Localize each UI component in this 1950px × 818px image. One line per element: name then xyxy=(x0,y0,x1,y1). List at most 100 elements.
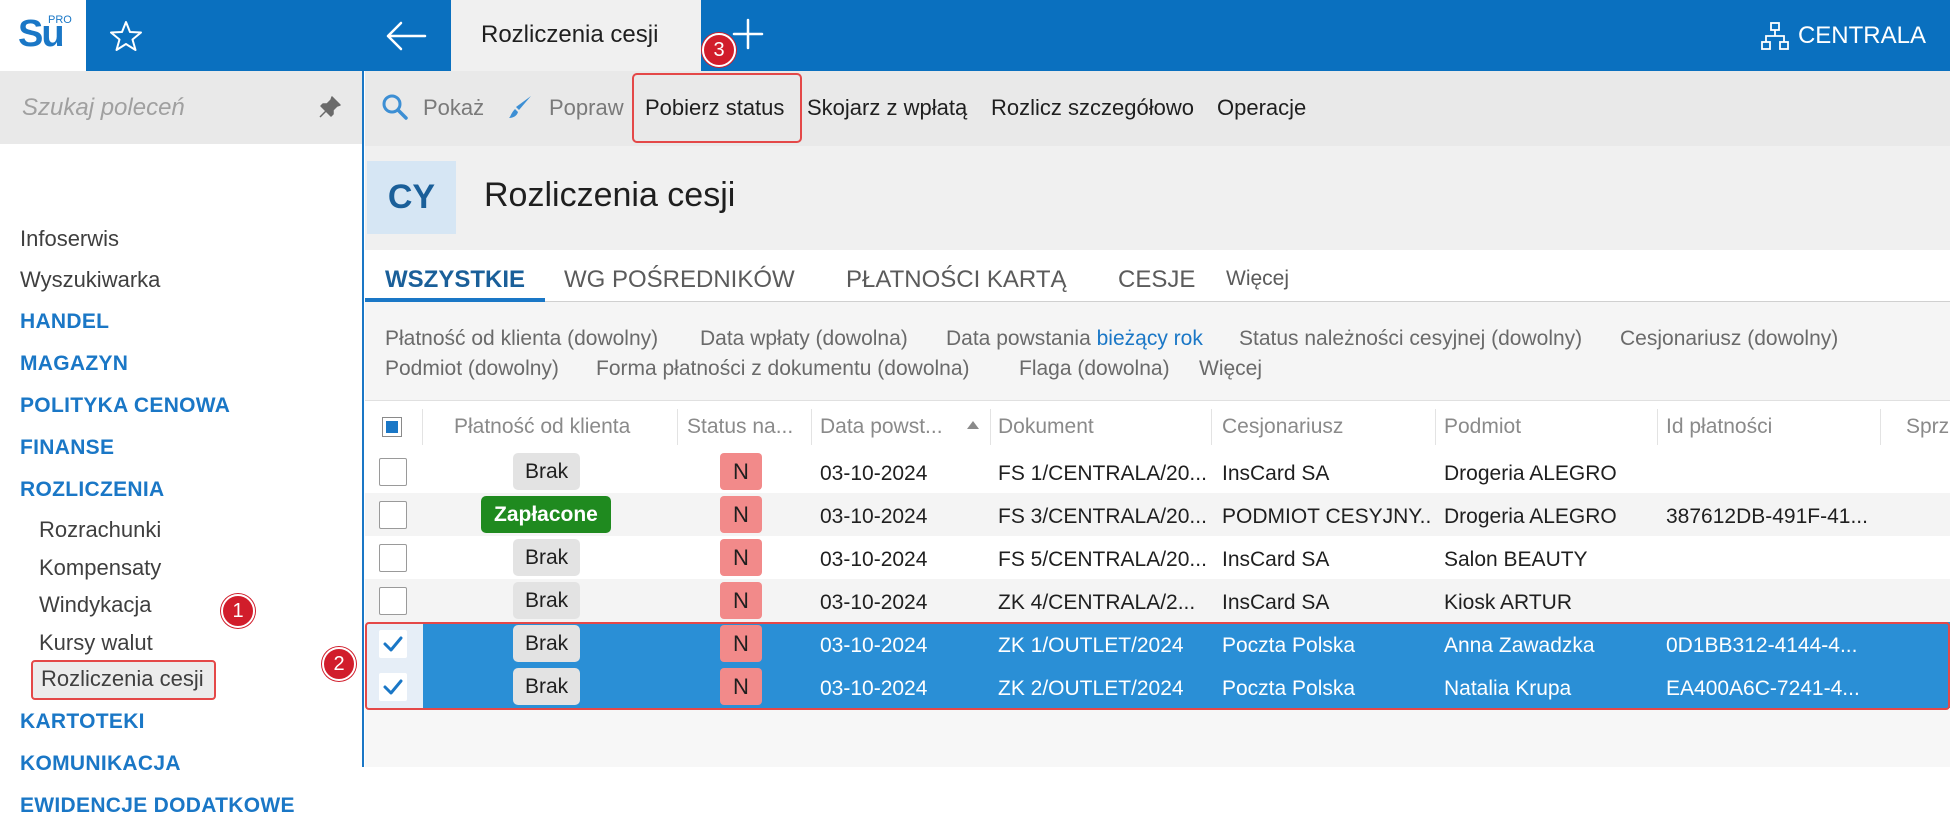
data-table: Płatność od klienta Status na... Data po… xyxy=(365,400,1950,767)
row-checkbox[interactable] xyxy=(379,587,407,615)
sidebar-item-infoserwis[interactable]: Infoserwis xyxy=(20,226,119,252)
sidebar-section-handel[interactable]: HANDEL xyxy=(20,310,109,334)
sidebar-item-kursy-walut[interactable]: Kursy walut xyxy=(39,630,153,656)
column-separator xyxy=(1435,409,1436,445)
app-logo[interactable]: Su PRO xyxy=(0,0,86,71)
match-payment-button[interactable]: Skojarz z wpłatą xyxy=(807,95,967,121)
table-empty-area xyxy=(365,708,1950,767)
filter-payment-form[interactable]: Forma płatności z dokumentu (dowolna) xyxy=(596,357,970,381)
column-platnosc[interactable]: Płatność od klienta xyxy=(454,415,664,439)
cell-assignee: InsCard SA xyxy=(1222,591,1330,614)
sidebar-section-kartoteki[interactable]: KARTOTEKI xyxy=(20,710,145,734)
page-header: CY Rozliczenia cesji xyxy=(365,146,1950,250)
select-all-checkbox[interactable] xyxy=(382,417,402,437)
cell-document[interactable]: FS 1/CENTRALA/20... xyxy=(998,462,1208,486)
sort-ascending-icon xyxy=(967,421,979,429)
sidebar-item-windykacja[interactable]: Windykacja xyxy=(39,592,151,618)
filter-bar: Płatność od klienta (dowolny) Data wpłat… xyxy=(365,302,1950,400)
arrow-left-icon[interactable] xyxy=(383,16,429,56)
column-separator xyxy=(677,409,678,445)
settle-detailed-button[interactable]: Rozlicz szczegółowo xyxy=(991,95,1194,121)
table-row[interactable]: Zapłacone N 03-10-2024 FS 3/CENTRALA/20.… xyxy=(365,493,1950,536)
tab-rozliczenia-cesji[interactable]: Rozliczenia cesji xyxy=(451,0,701,71)
sidebar-section-rozliczenia[interactable]: ROZLICZENIA xyxy=(20,478,164,502)
filter-flag[interactable]: Flaga (dowolna) xyxy=(1019,357,1170,381)
row-checkbox[interactable] xyxy=(379,501,407,529)
filter-payment-date[interactable]: Data wpłaty (dowolna) xyxy=(700,327,908,351)
tab-cesje[interactable]: CESJE xyxy=(1118,266,1195,294)
operations-button[interactable]: Operacje xyxy=(1217,95,1306,121)
sidebar-section-polityka-cenowa[interactable]: POLITYKA CENOWA xyxy=(20,394,230,418)
step-badge-1: 1 xyxy=(221,594,255,628)
star-icon[interactable] xyxy=(108,18,144,54)
column-separator xyxy=(990,409,991,445)
sidebar-item-rozrachunki[interactable]: Rozrachunki xyxy=(39,517,161,543)
filter-payment[interactable]: Płatność od klienta (dowolny) xyxy=(385,327,658,351)
status-badge: N xyxy=(720,453,762,490)
filter-more[interactable]: Więcej xyxy=(1199,357,1262,381)
sidebar-item-kompensaty[interactable]: Kompensaty xyxy=(39,555,161,581)
filter-subject[interactable]: Podmiot (dowolny) xyxy=(385,357,559,381)
column-id-platnosci[interactable]: Id płatności xyxy=(1666,415,1846,439)
table-header: Płatność od klienta Status na... Data po… xyxy=(365,400,1950,450)
brush-icon[interactable] xyxy=(506,93,534,121)
column-separator xyxy=(811,409,812,445)
column-dokument[interactable]: Dokument xyxy=(998,415,1168,439)
top-bar: Su PRO Rozliczenia cesji CENTRALA xyxy=(0,0,1950,71)
view-tabs: WSZYSTKIE WG POŚREDNIKÓW PŁATNOŚCI KARTĄ… xyxy=(365,250,1950,302)
cell-subject: Drogeria ALEGRO xyxy=(1444,505,1617,528)
status-badge: N xyxy=(720,582,762,619)
sidebar-section-ewidencje-dodatkowe[interactable]: EWIDENCJE DODATKOWE xyxy=(20,794,295,818)
filter-assignee[interactable]: Cesjonariusz (dowolny) xyxy=(1620,327,1838,351)
column-data-powstania[interactable]: Data powst... xyxy=(820,415,970,439)
filter-receivable-status[interactable]: Status należności cesyjnej (dowolny) xyxy=(1239,327,1582,351)
status-badge: N xyxy=(720,539,762,576)
tab-wszystkie[interactable]: WSZYSTKIE xyxy=(385,266,525,294)
table-row[interactable]: Brak N 03-10-2024 FS 5/CENTRALA/20... In… xyxy=(365,536,1950,579)
table-row[interactable]: Brak N 03-10-2024 FS 1/CENTRALA/20... In… xyxy=(365,450,1950,493)
row-checkbox[interactable] xyxy=(379,544,407,572)
highlight-selected-rows xyxy=(365,622,1950,710)
column-separator xyxy=(422,409,423,445)
status-badge: N xyxy=(720,496,762,533)
cell-subject: Kiosk ARTUR xyxy=(1444,591,1572,614)
step-badge-3: 3 xyxy=(702,33,736,67)
column-podmiot[interactable]: Podmiot xyxy=(1444,415,1624,439)
payment-status-badge: Zapłacone xyxy=(481,496,611,533)
company-switcher[interactable]: CENTRALA xyxy=(1760,20,1926,52)
column-status[interactable]: Status na... xyxy=(687,415,807,439)
sidebar-section-magazyn[interactable]: MAGAZYN xyxy=(20,352,128,376)
logo-pro-label: PRO xyxy=(48,14,72,26)
filter-creation-date-value[interactable]: bieżący rok xyxy=(1097,327,1203,350)
payment-status-badge: Brak xyxy=(513,539,581,576)
column-sprz[interactable]: Sprz xyxy=(1906,415,1950,439)
column-cesjonariusz[interactable]: Cesjonariusz xyxy=(1222,415,1402,439)
search-icon[interactable] xyxy=(381,93,409,121)
sidebar-section-finanse[interactable]: FINANSE xyxy=(20,436,114,460)
toolbar: Pokaż Popraw Pobierz status Skojarz z wp… xyxy=(365,71,1950,146)
cell-document[interactable]: FS 5/CENTRALA/20... xyxy=(998,548,1208,572)
page-title: Rozliczenia cesji xyxy=(484,176,736,214)
cell-subject: Drogeria ALEGRO xyxy=(1444,462,1617,485)
sidebar-item-rozliczenia-cesji[interactable]: Rozliczenia cesji xyxy=(31,660,216,700)
row-checkbox[interactable] xyxy=(379,458,407,486)
cell-payment-id: 387612DB-491F-41... xyxy=(1666,505,1868,528)
tab-wiecej[interactable]: Więcej xyxy=(1226,267,1289,291)
cell-assignee: InsCard SA xyxy=(1222,462,1330,485)
table-row[interactable]: Brak N 03-10-2024 ZK 4/CENTRALA/2... Ins… xyxy=(365,579,1950,622)
filter-creation-date[interactable]: Data powstania bieżący rok xyxy=(946,327,1203,351)
tab-platnosci-karta[interactable]: PŁATNOŚCI KARTĄ xyxy=(846,266,1067,294)
column-separator xyxy=(1880,409,1881,445)
pin-icon[interactable] xyxy=(318,95,342,119)
show-button[interactable]: Pokaż xyxy=(423,95,484,121)
tab-wg-posrednikow[interactable]: WG POŚREDNIKÓW xyxy=(564,266,795,294)
command-search-input[interactable] xyxy=(20,91,300,125)
cell-subject: Salon BEAUTY xyxy=(1444,548,1588,571)
cell-document[interactable]: FS 3/CENTRALA/20... xyxy=(998,505,1208,529)
cell-assignee: InsCard SA xyxy=(1222,548,1330,571)
cell-document[interactable]: ZK 4/CENTRALA/2... xyxy=(998,591,1208,615)
sidebar-section-komunikacja[interactable]: KOMUNIKACJA xyxy=(20,752,181,776)
sidebar-item-wyszukiwarka[interactable]: Wyszukiwarka xyxy=(20,267,160,293)
edit-button[interactable]: Popraw xyxy=(549,95,624,121)
cell-date: 03-10-2024 xyxy=(820,548,928,571)
